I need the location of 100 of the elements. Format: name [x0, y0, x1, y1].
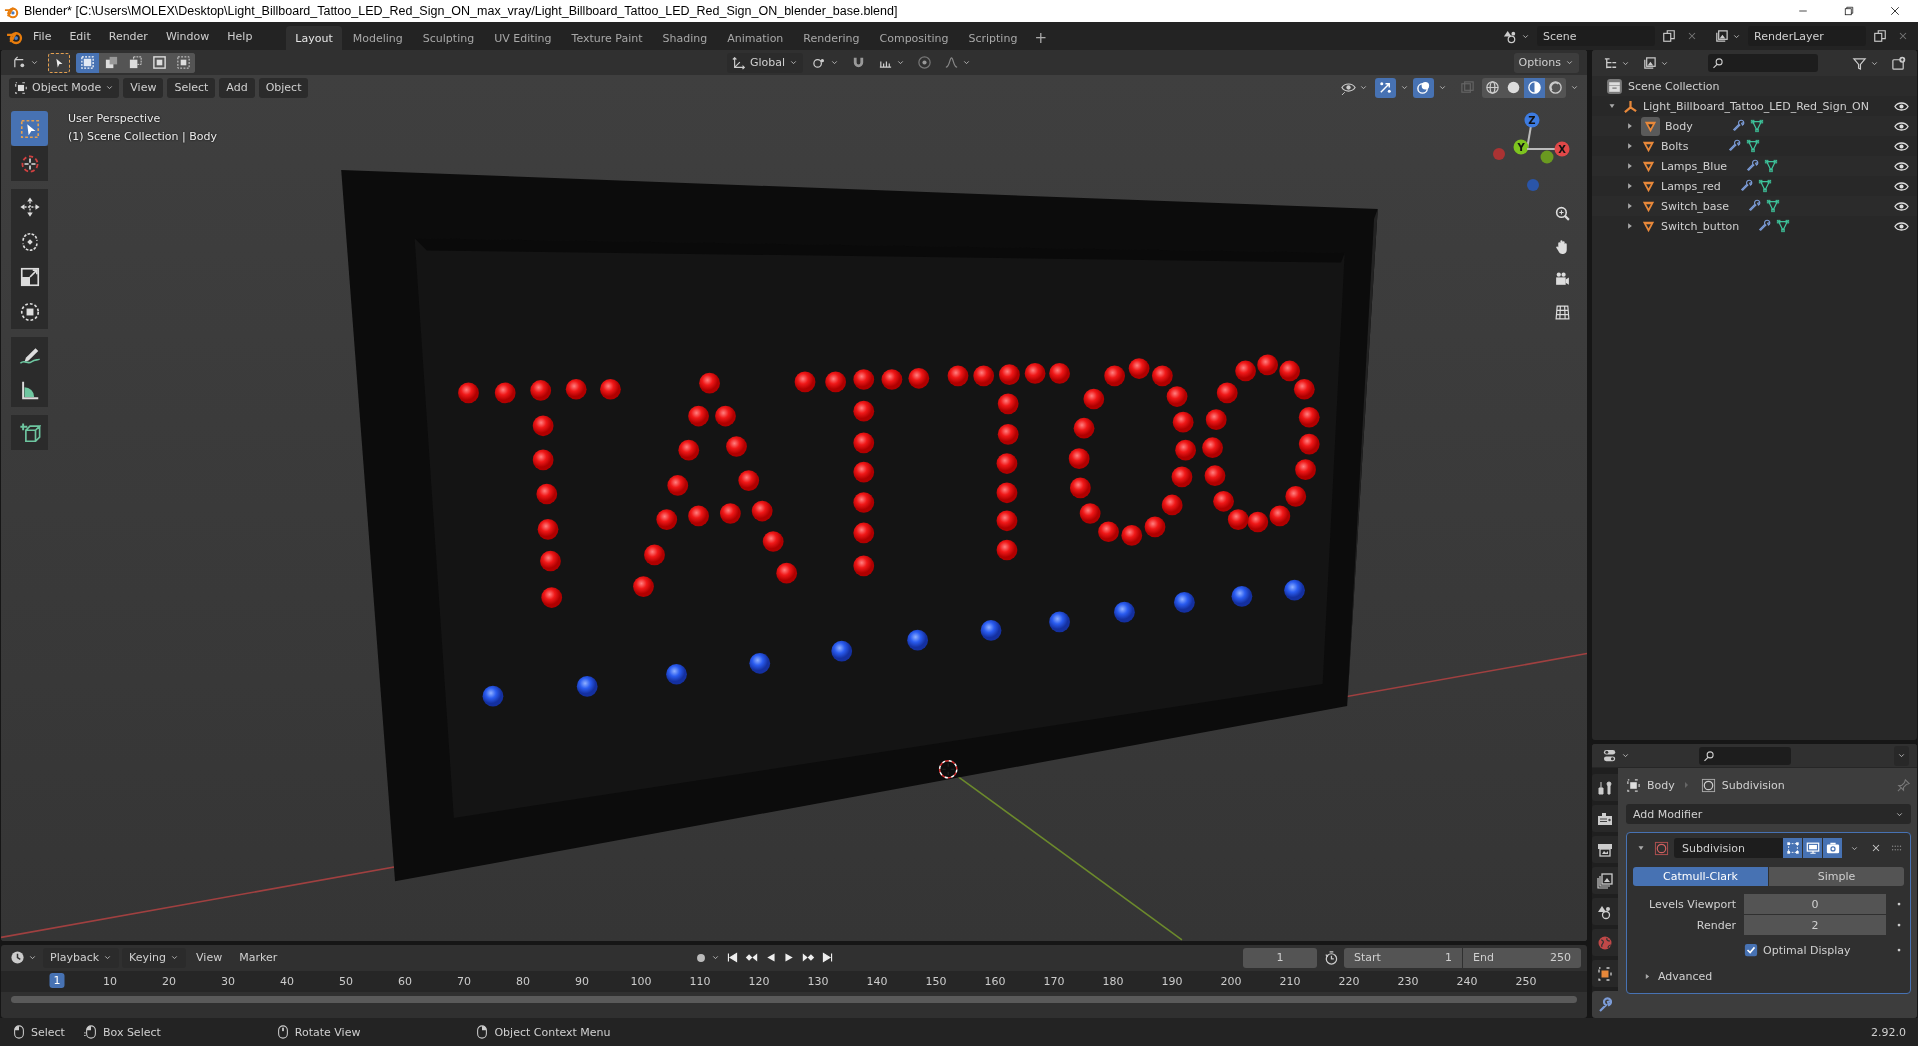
workspace-tab[interactable]: Scripting	[959, 26, 1027, 50]
timeline-menu[interactable]: Marker	[232, 947, 285, 968]
viewport-info-text: (1) Scene Collection | Body	[68, 130, 217, 143]
timeline-menu[interactable]: View	[189, 947, 230, 968]
frame-number: 150	[925, 974, 947, 988]
modifier-name-field[interactable]: Subdivision	[1674, 838, 1783, 858]
frame-number: 80	[516, 974, 531, 988]
frame-number: 230	[1397, 974, 1419, 988]
breadcrumb-item: Body	[1647, 778, 1675, 792]
add-modifier-dropdown[interactable]: Add Modifier	[1626, 804, 1911, 824]
mode-dropdown[interactable]: Object Mode	[9, 77, 120, 98]
frame-number: 40	[280, 974, 295, 988]
field-value: 250	[1550, 951, 1571, 965]
frame-number: 220	[1338, 974, 1360, 988]
object-name[interactable]: Body	[1665, 119, 1713, 133]
mode-label: Object Mode	[32, 81, 102, 94]
frame-number: 130	[807, 974, 829, 988]
frame-number: 50	[339, 974, 354, 988]
menu-label: Playback	[50, 951, 100, 965]
advanced-subpanel-header[interactable]: Advanced	[1633, 965, 1713, 987]
status-hint: Object Context Menu	[494, 1025, 611, 1039]
timeline-menu[interactable]: Keying	[122, 947, 187, 968]
workspace-tab[interactable]: Rendering	[794, 26, 869, 50]
scene-field[interactable]: Scene	[1537, 26, 1655, 46]
number-field[interactable]: 2	[1744, 915, 1886, 935]
axis-handle[interactable]: X	[1526, 141, 1570, 157]
add-workspace-button[interactable]: +	[1028, 26, 1053, 50]
frame-number: 140	[866, 974, 888, 988]
frame-number: 180	[1102, 974, 1124, 988]
workspace-tab[interactable]: Sculpting	[413, 26, 484, 50]
current-frame-field[interactable]: 1	[1243, 947, 1317, 968]
workspace-tab[interactable]: Compositing	[870, 26, 958, 50]
collection-name[interactable]: Light_Billboard_Tattoo_LED_Red_Sign_ON	[1643, 99, 1889, 113]
subdivision-type-option[interactable]: Simple	[1769, 867, 1904, 886]
view-layer-field[interactable]: RenderLayer	[1748, 26, 1866, 46]
viewport-menu[interactable]: View	[123, 77, 164, 98]
orientation-label: Global	[750, 56, 786, 69]
menu-item[interactable]: File	[25, 25, 60, 47]
workspace-tab[interactable]: UV Editing	[485, 26, 561, 50]
field-label: Levels Viewport	[1648, 897, 1736, 911]
frame-number: 60	[398, 974, 413, 988]
frame-number: 190	[1161, 974, 1183, 988]
object-name[interactable]: Bolts	[1661, 139, 1709, 153]
current-frame-marker[interactable]: 1	[49, 972, 65, 988]
field-label: Render	[1695, 918, 1736, 932]
object-name[interactable]: Lamps_Blue	[1661, 159, 1728, 173]
axis-label: X	[1558, 143, 1566, 155]
workspace-tab[interactable]: Shading	[653, 26, 717, 50]
window-title: Blender* [C:\Users\MOLEX\Desktop\Light_Billboard_Tattoo_LED_Red_Sign_ON_max_vray/Light_Billboard_Tattoo_LED_Red_Sign_ON_blender_base.blend]	[24, 4, 899, 18]
checkbox-label: Optimal Display	[1763, 943, 1851, 957]
frame-number: 250	[1515, 974, 1537, 988]
number-field[interactable]: 0	[1744, 894, 1886, 914]
field-label: End	[1473, 951, 1494, 965]
menu-label: Marker	[239, 951, 278, 965]
start-frame-field[interactable]: Start 1	[1344, 947, 1462, 968]
dropdown-label: Add Modifier	[1633, 807, 1703, 821]
viewport-info-text: User Perspective	[68, 112, 162, 125]
workspace-tab[interactable]: Texture Paint	[562, 26, 652, 50]
orientation-dropdown[interactable]: Global	[727, 52, 804, 73]
viewport-menu[interactable]: Select	[167, 77, 216, 98]
options-dropdown[interactable]: Options	[1513, 52, 1579, 73]
frame-number: 120	[748, 974, 770, 988]
end-frame-field[interactable]: End 250	[1463, 947, 1581, 968]
axis-handle[interactable]: Y	[1513, 139, 1529, 155]
frame-number: 100	[630, 974, 652, 988]
timeline-menu[interactable]: Playback	[43, 947, 120, 968]
menu-item[interactable]: Help	[219, 25, 261, 47]
menu-label: View	[196, 951, 223, 965]
frame-number: 240	[1456, 974, 1478, 988]
frame-number: 10	[103, 974, 118, 988]
status-hint: Select	[31, 1025, 65, 1039]
field-label: Start	[1354, 951, 1381, 965]
object-name[interactable]: Lamps_red	[1661, 179, 1721, 193]
frame-number: 90	[575, 974, 590, 988]
frame-number: 30	[221, 974, 236, 988]
frame-number: 110	[689, 974, 711, 988]
options-label: Options	[1518, 56, 1561, 69]
menu-item[interactable]: Edit	[61, 25, 99, 47]
workspace-tab[interactable]: Modeling	[343, 26, 412, 50]
subdivision-type-option[interactable]: Catmull-Clark	[1633, 867, 1768, 886]
frame-number: 210	[1279, 974, 1301, 988]
viewport-menu[interactable]: Add	[219, 77, 255, 98]
menu-item[interactable]: Window	[157, 25, 218, 47]
menu-item[interactable]: Render	[100, 25, 156, 47]
object-name[interactable]: Switch_button	[1661, 219, 1740, 233]
axis-label: Z	[1528, 114, 1536, 126]
collection-name[interactable]: Scene Collection	[1628, 79, 1720, 93]
status-hint: Box Select	[102, 1025, 161, 1039]
workspace-tab[interactable]: Animation	[718, 26, 793, 50]
status-hint: Rotate View	[294, 1025, 361, 1039]
frame-number: 200	[1220, 974, 1242, 988]
menu-label: Keying	[129, 951, 167, 965]
frame-number: 20	[162, 974, 177, 988]
navigation-gizmo[interactable]: Z Y X	[1487, 109, 1587, 199]
version-label: 2.92.0	[1871, 1025, 1906, 1039]
subpanel-title: Advanced	[1658, 969, 1713, 983]
field-value: 1	[1445, 951, 1452, 965]
workspace-tab[interactable]: Layout	[286, 26, 342, 50]
frame-number: 170	[1043, 974, 1065, 988]
object-name[interactable]: Switch_base	[1661, 199, 1730, 213]
